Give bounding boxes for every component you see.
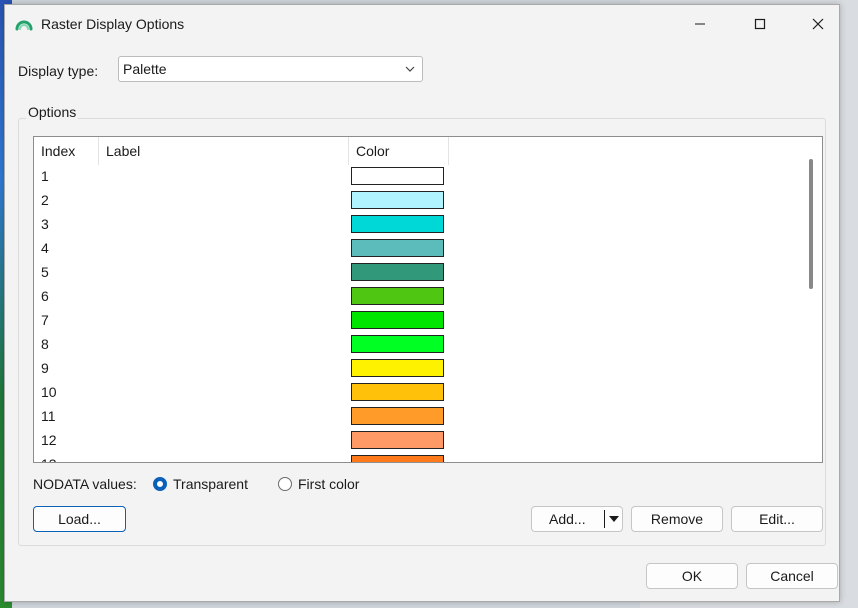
row-color-swatch[interactable] (351, 167, 444, 185)
add-split-button[interactable]: Add... (531, 506, 623, 532)
maximize-button[interactable] (737, 5, 783, 43)
display-type-label: Display type: (18, 63, 99, 79)
nodata-transparent-radio[interactable] (153, 477, 167, 491)
row-index: 2 (41, 192, 49, 208)
raster-display-options-dialog: Raster Display Options Display type: Pal… (4, 4, 840, 602)
caret-down-icon[interactable] (609, 516, 619, 522)
row-color-swatch[interactable] (351, 407, 444, 425)
nodata-first-color-radio[interactable] (278, 477, 292, 491)
chevron-down-icon (405, 66, 415, 72)
table-row[interactable]: 3 (34, 213, 804, 237)
column-header-color[interactable]: Color (349, 137, 449, 165)
table-row[interactable]: 7 (34, 309, 804, 333)
scrollbar-thumb[interactable] (809, 159, 813, 289)
row-color-swatch[interactable] (351, 455, 444, 462)
table-row[interactable]: 4 (34, 237, 804, 261)
table-row[interactable]: 2 (34, 189, 804, 213)
table-row[interactable]: 13 (34, 453, 804, 462)
table-row[interactable]: 11 (34, 405, 804, 429)
row-index: 12 (41, 432, 57, 448)
options-group-label: Options (26, 104, 79, 120)
nodata-first-color-label[interactable]: First color (298, 476, 359, 492)
cancel-button[interactable]: Cancel (746, 563, 838, 589)
maximize-icon (754, 18, 766, 30)
nodata-transparent-label[interactable]: Transparent (173, 476, 248, 492)
app-icon (15, 20, 33, 31)
row-index: 3 (41, 216, 49, 232)
row-color-swatch[interactable] (351, 263, 444, 281)
minimize-icon (695, 23, 705, 25)
row-color-swatch[interactable] (351, 431, 444, 449)
column-header-label[interactable]: Label (99, 137, 349, 165)
row-index: 8 (41, 336, 49, 352)
display-type-select[interactable]: Palette (118, 56, 423, 82)
window-title: Raster Display Options (41, 16, 185, 32)
table-row[interactable]: 6 (34, 285, 804, 309)
row-index: 6 (41, 288, 49, 304)
row-color-swatch[interactable] (351, 191, 444, 209)
palette-grid[interactable]: Index Label Color 12345678910111213 (33, 136, 823, 463)
row-index: 11 (41, 408, 56, 424)
table-row[interactable]: 9 (34, 357, 804, 381)
row-color-swatch[interactable] (351, 287, 444, 305)
table-row[interactable]: 8 (34, 333, 804, 357)
close-icon (812, 18, 824, 30)
row-color-swatch[interactable] (351, 383, 444, 401)
load-button[interactable]: Load... (33, 506, 126, 532)
edit-button[interactable]: Edit... (731, 506, 823, 532)
row-color-swatch[interactable] (351, 239, 444, 257)
row-index: 9 (41, 360, 49, 376)
grid-header: Index Label Color (34, 137, 822, 165)
row-index: 1 (41, 168, 49, 184)
table-row[interactable]: 1 (34, 165, 804, 189)
table-row[interactable]: 10 (34, 381, 804, 405)
row-color-swatch[interactable] (351, 335, 444, 353)
close-button[interactable] (795, 5, 841, 43)
row-index: 10 (41, 384, 57, 400)
row-index: 7 (41, 312, 49, 328)
table-row[interactable]: 12 (34, 429, 804, 453)
row-index: 5 (41, 264, 49, 280)
row-color-swatch[interactable] (351, 311, 444, 329)
column-header-index[interactable]: Index (34, 137, 99, 165)
remove-button[interactable]: Remove (631, 506, 723, 532)
ok-button[interactable]: OK (646, 563, 738, 589)
row-index: 4 (41, 240, 49, 256)
row-color-swatch[interactable] (351, 359, 444, 377)
row-color-swatch[interactable] (351, 215, 444, 233)
minimize-button[interactable] (677, 5, 723, 43)
title-bar[interactable]: Raster Display Options (5, 5, 839, 43)
row-index: 13 (41, 456, 57, 462)
add-button-label[interactable]: Add... (549, 507, 586, 531)
table-row[interactable]: 5 (34, 261, 804, 285)
split-divider (604, 510, 605, 528)
vertical-scrollbar[interactable] (802, 137, 822, 462)
display-type-value: Palette (123, 61, 167, 77)
nodata-label: NODATA values: (33, 476, 137, 492)
